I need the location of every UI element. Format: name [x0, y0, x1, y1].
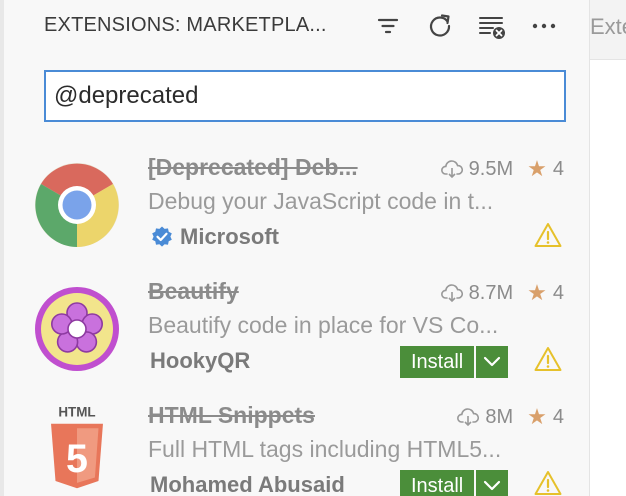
filter-icon[interactable] — [374, 12, 402, 40]
refresh-icon[interactable] — [426, 12, 454, 40]
extension-item[interactable]: [Deprecated] Deb... 9.5M ★ 4 Debug your … — [4, 146, 590, 270]
beautify-flower-icon — [34, 286, 120, 372]
star-icon: ★ — [527, 156, 547, 181]
editor-tab-extension[interactable]: Exte — [590, 0, 626, 60]
install-button[interactable]: Install — [400, 346, 475, 378]
extension-item[interactable]: Beautify 8.7M ★ 4 Beautify code in place… — [4, 270, 590, 394]
search-input[interactable] — [46, 72, 564, 120]
download-count: 9.5M — [468, 157, 514, 180]
extension-publisher[interactable]: HookyQR — [150, 348, 250, 374]
extension-item[interactable]: HTML 5 HTML Snippets 8M ★ 4 Full HTML ta… — [4, 394, 590, 496]
extension-stats: 8M ★ 4 — [457, 404, 564, 430]
clear-extensions-icon[interactable] — [478, 12, 506, 40]
install-button-group: Install — [400, 470, 509, 496]
extension-publisher[interactable]: Microsoft — [150, 224, 279, 250]
publisher-name: HookyQR — [150, 348, 251, 373]
extension-publisher[interactable]: Mohamed Abusaid — [150, 472, 345, 496]
rating: 4 — [552, 405, 564, 428]
html5-icon-glyph: 5 — [66, 437, 88, 481]
star-icon: ★ — [527, 404, 547, 429]
panel-title: EXTENSIONS: MARKETPLA... — [44, 14, 327, 36]
download-count: 8.7M — [468, 281, 514, 304]
chevron-down-icon — [484, 480, 501, 491]
download-icon — [457, 407, 480, 427]
star-icon: ★ — [527, 280, 547, 305]
warning-icon[interactable] — [534, 222, 562, 248]
install-button[interactable]: Install — [400, 470, 475, 496]
extension-stats: 8.7M ★ 4 — [440, 280, 564, 306]
html5-icon: HTML 5 — [34, 404, 120, 490]
search-extensions-box — [44, 70, 566, 122]
warning-icon[interactable] — [534, 346, 562, 372]
rating: 4 — [552, 157, 564, 180]
extension-name: [Deprecated] Deb... — [148, 154, 358, 180]
download-icon — [440, 283, 463, 303]
extension-stats: 9.5M ★ 4 — [440, 156, 564, 182]
install-options-dropdown[interactable] — [476, 470, 509, 496]
warning-icon[interactable] — [534, 470, 562, 496]
publisher-name: Microsoft — [180, 224, 279, 249]
extensions-marketplace-panel: EXTENSIONS: MARKETPLA... [D — [4, 0, 590, 496]
chevron-down-icon — [484, 356, 501, 367]
more-actions-icon[interactable] — [530, 12, 558, 40]
download-icon — [440, 159, 463, 179]
rating: 4 — [552, 281, 564, 304]
extension-description: Beautify code in place for VS Co... — [148, 312, 499, 338]
extension-name: Beautify — [148, 278, 239, 304]
extension-description: Debug your JavaScript code in t... — [148, 188, 494, 214]
panel-header: EXTENSIONS: MARKETPLA... — [4, 0, 590, 52]
verified-publisher-icon — [150, 225, 174, 249]
html5-icon-label: HTML — [58, 405, 95, 420]
install-button-group: Install — [400, 346, 509, 378]
extension-name: HTML Snippets — [148, 402, 315, 428]
download-count: 8M — [485, 405, 514, 428]
extension-description: Full HTML tags including HTML5... — [148, 436, 502, 462]
chrome-icon — [34, 162, 120, 248]
install-options-dropdown[interactable] — [476, 346, 509, 378]
publisher-name: Mohamed Abusaid — [150, 472, 345, 496]
editor-tab-label: Exte — [590, 14, 626, 39]
